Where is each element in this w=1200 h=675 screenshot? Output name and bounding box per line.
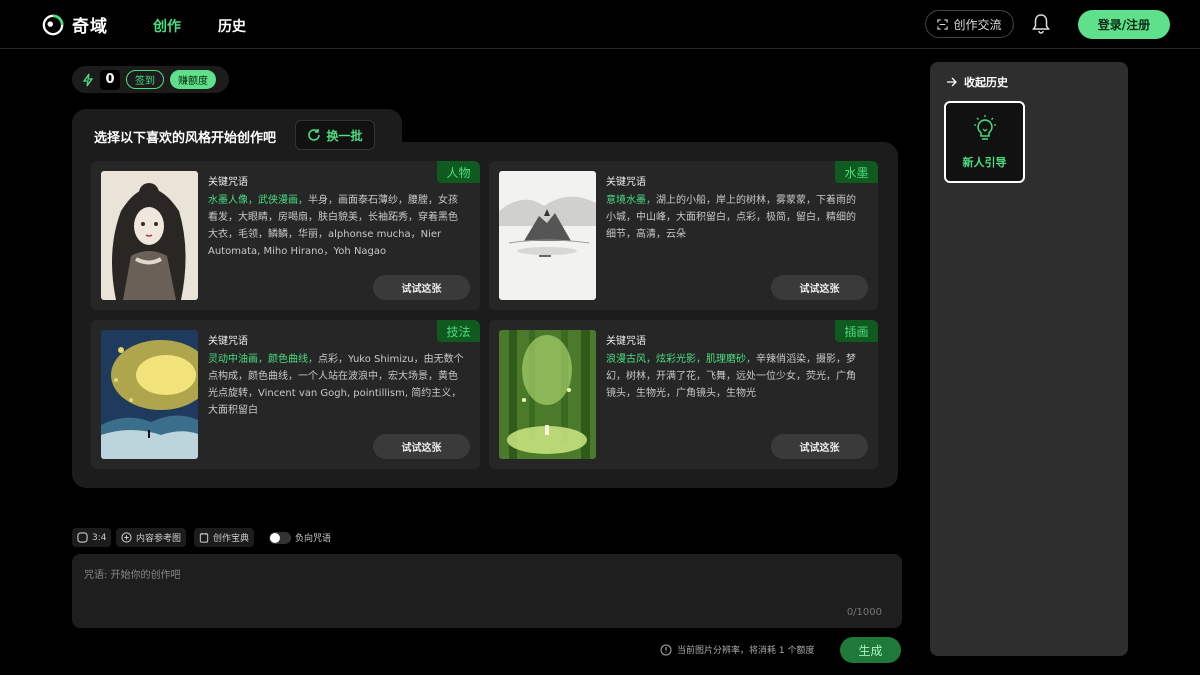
credit-count: 0 xyxy=(100,69,120,90)
card-image-portrait xyxy=(101,171,198,300)
char-counter: 0/1000 xyxy=(846,607,882,618)
ratio-selector[interactable]: 3:4 xyxy=(72,528,112,547)
card-keywords: 意境水墨，湖上的小船，岸上的树林，雾蒙蒙，下着雨的小城，中山峰，大面积留白，点彩… xyxy=(606,192,862,243)
login-register-button[interactable]: 登录/注册 xyxy=(1078,10,1170,39)
book-icon xyxy=(199,532,209,543)
prompt-input[interactable] xyxy=(84,566,884,606)
card-keywords-highlight: 灵动中油画，颜色曲线， xyxy=(208,354,318,365)
card-keyword-title: 关键咒语 xyxy=(606,336,646,347)
negative-prompt-label: 负向咒语 xyxy=(295,534,332,544)
logo-text: 奇域 xyxy=(72,17,108,37)
collapse-history-button[interactable]: 收起历史 xyxy=(946,74,1008,90)
negative-prompt-toggle[interactable]: 负向咒语 xyxy=(264,528,336,547)
card-keywords-highlight: 浪漫古风，炫彩光影，肌理磨砂， xyxy=(606,354,756,365)
refresh-label: 换一批 xyxy=(326,128,363,143)
creation-guide-label: 创作宝典 xyxy=(213,534,250,544)
card-keyword-title: 关键咒语 xyxy=(208,177,248,188)
try-this-button[interactable]: 试试这张 xyxy=(771,275,868,300)
ratio-label: 3:4 xyxy=(92,532,107,543)
nav-tab-history[interactable]: 历史 xyxy=(218,16,246,36)
card-keywords-highlight: 水墨人像，武侠漫画， xyxy=(208,195,308,206)
try-this-button[interactable]: 试试这张 xyxy=(373,275,470,300)
prompt-box: 0/1000 xyxy=(72,554,902,628)
earn-credits-button[interactable]: 赚额度 xyxy=(170,70,216,89)
card-image-technique xyxy=(101,330,198,459)
newcomer-guide-card[interactable]: 新人引导 xyxy=(944,101,1025,183)
lightning-icon xyxy=(82,73,94,86)
scan-icon xyxy=(937,18,949,30)
negative-prompt-switch[interactable] xyxy=(269,531,291,544)
collapse-history-label: 收起历史 xyxy=(964,76,1008,89)
checkin-button[interactable]: 签到 xyxy=(126,70,164,89)
cost-notice-text: 当前图片分辨率，将消耗 1 个额度 xyxy=(677,646,815,656)
refresh-icon xyxy=(308,129,321,141)
card-tag: 插画 xyxy=(835,320,878,342)
style-card-portrait[interactable]: 人物 关键咒语 水墨人像，武侠漫画，半身，画面泰石薄纱，腰膛，女孩看发，大眼睛，… xyxy=(91,161,480,310)
nav-tab-create[interactable]: 创作 xyxy=(153,16,181,36)
arrow-right-icon xyxy=(947,77,957,87)
newcomer-guide-label: 新人引导 xyxy=(962,156,1007,169)
generate-button[interactable]: 生成 xyxy=(840,637,901,663)
refresh-button[interactable]: 换一批 xyxy=(295,120,375,150)
style-card-technique[interactable]: 技法 关键咒语 灵动中油画，颜色曲线，点彩，Yuko Shimizu，由无数个点… xyxy=(91,320,480,469)
card-image-illustration xyxy=(499,330,596,459)
bell-icon[interactable] xyxy=(1031,13,1051,35)
creation-guide-button[interactable]: 创作宝典 xyxy=(194,528,255,547)
card-keywords: 浪漫古风，炫彩光影，肌理磨砂，辛辣俏滔染，摄影，梦幻，树林，开满了花，飞舞，远处… xyxy=(606,351,862,402)
card-tag: 技法 xyxy=(437,320,480,342)
logo[interactable]: 奇域 xyxy=(42,12,108,37)
card-tag: 人物 xyxy=(437,161,480,183)
try-this-button[interactable]: 试试这张 xyxy=(771,434,868,459)
lightbulb-icon xyxy=(973,115,996,140)
style-card-illustration[interactable]: 插画 关键咒语 浪漫古风，炫彩光影，肌理磨砂，辛辣俏滔染，摄影，梦幻，树林，开满… xyxy=(489,320,878,469)
logo-icon xyxy=(42,13,64,35)
credit-pill: 0 签到 赚额度 xyxy=(72,66,229,93)
card-keywords-highlight: 意境水墨， xyxy=(606,195,656,206)
content-reference-label: 内容参考图 xyxy=(136,534,182,544)
community-button[interactable]: 创作交流 xyxy=(925,10,1014,38)
panel-title: 选择以下喜欢的风格开始创作吧 xyxy=(94,131,277,146)
style-card-ink[interactable]: 水墨 关键咒语 意境水墨，湖上的小船，岸上的树林，雾蒙蒙，下着雨的小城，中山峰，… xyxy=(489,161,878,310)
card-keywords: 水墨人像，武侠漫画，半身，画面泰石薄纱，腰膛，女孩看发，大眼睛，房喝扇，肤白貌美… xyxy=(208,192,464,260)
community-label: 创作交流 xyxy=(953,17,1002,32)
add-image-icon xyxy=(121,532,132,543)
card-keyword-title: 关键咒语 xyxy=(208,336,248,347)
card-tag: 水墨 xyxy=(835,161,878,183)
try-this-button[interactable]: 试试这张 xyxy=(373,434,470,459)
ratio-icon xyxy=(77,532,88,543)
cost-notice: 当前图片分辨率，将消耗 1 个额度 xyxy=(660,643,814,656)
top-bar: 奇域 创作 历史 创作交流 登录/注册 xyxy=(0,0,1200,49)
content-reference-button[interactable]: 内容参考图 xyxy=(116,528,187,547)
info-icon xyxy=(660,644,672,655)
card-image-ink xyxy=(499,171,596,300)
card-keywords: 灵动中油画，颜色曲线，点彩，Yuko Shimizu，由无数个点构成，颜色曲线，… xyxy=(208,351,464,419)
card-keyword-title: 关键咒语 xyxy=(606,177,646,188)
